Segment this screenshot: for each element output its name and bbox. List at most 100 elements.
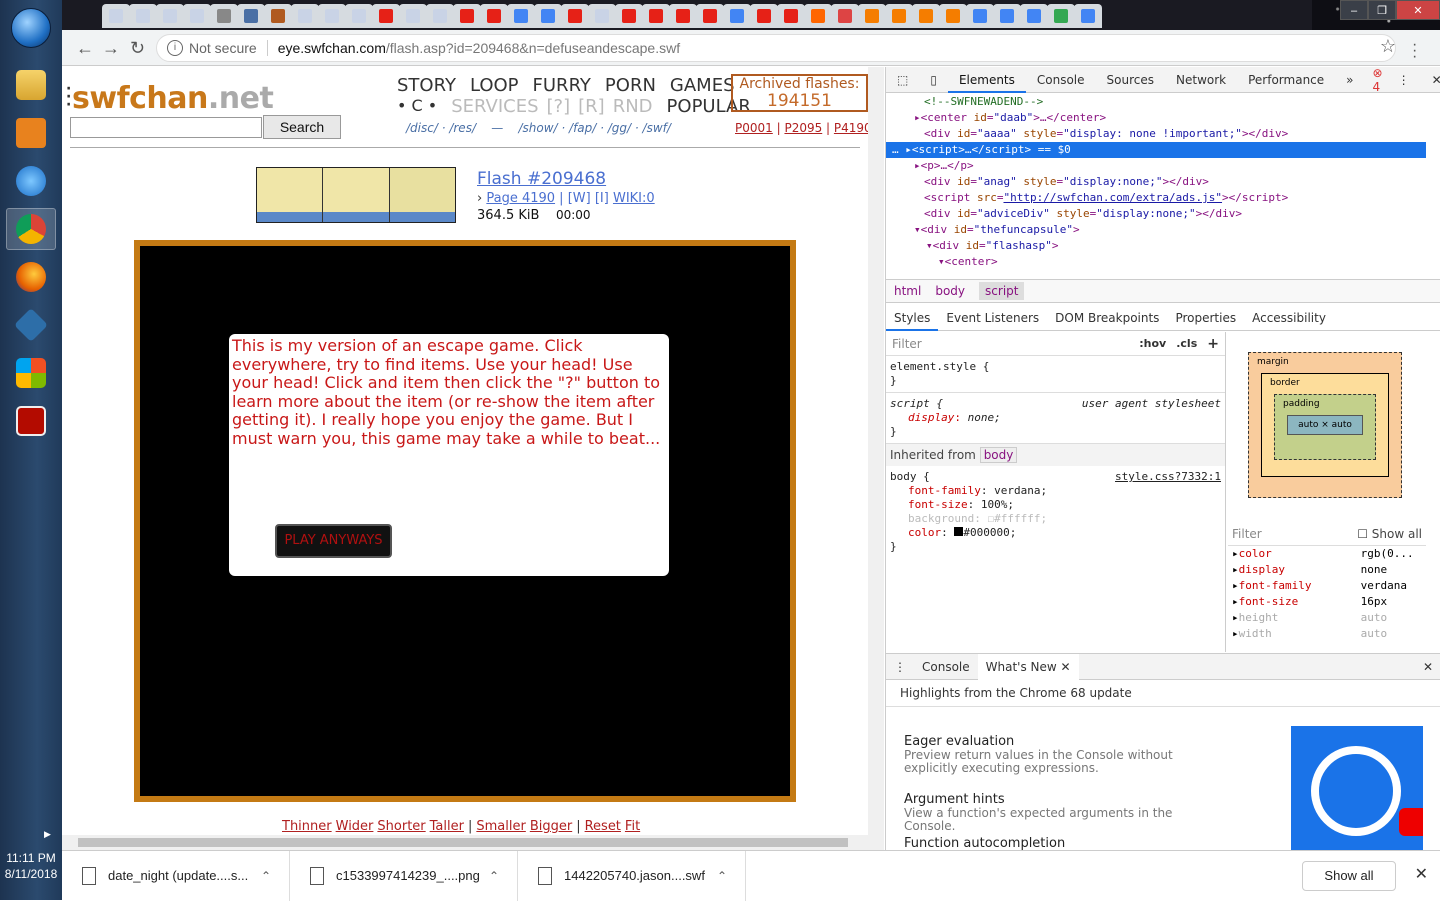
reset-link[interactable]: Reset	[585, 819, 621, 834]
board-links[interactable]: /disc/ · /res/ — /show/ · /fap/ · /gg/ ·…	[406, 121, 671, 135]
search-button[interactable]: Search	[263, 115, 341, 139]
browser-tab[interactable]	[993, 4, 1021, 28]
computed-property-row[interactable]: ▸ font-size 16px	[1228, 594, 1426, 610]
browser-tab[interactable]	[210, 4, 238, 28]
nav-rnd[interactable]: RND	[613, 96, 653, 117]
expand-arrow-icon[interactable]: ▸	[1232, 579, 1239, 593]
crumb-script[interactable]: script	[979, 282, 1025, 300]
browser-tab[interactable]	[912, 4, 940, 28]
browser-tab[interactable]	[777, 4, 805, 28]
firefox-button[interactable]	[6, 256, 56, 298]
file-explorer-button[interactable]	[6, 64, 56, 106]
dom-node[interactable]: <div id="aaaa" style="display: none !imp…	[886, 126, 1426, 142]
dom-node[interactable]: ▾<div id="thefuncapsule">	[886, 222, 1426, 238]
horizontal-scrollbar[interactable]	[62, 835, 868, 850]
chrome-button[interactable]	[6, 208, 56, 250]
tab-properties[interactable]: Properties	[1167, 305, 1244, 331]
computed-property-row[interactable]: ▸ width auto	[1228, 626, 1426, 642]
download-item[interactable]: 1442205740.jason....swf ⌃	[518, 850, 746, 901]
page-link-first[interactable]: P0001	[735, 121, 773, 135]
nav-link-furry[interactable]: FURRY	[533, 75, 591, 96]
browser-tab[interactable]	[750, 4, 778, 28]
tab-performance[interactable]: Performance	[1237, 67, 1335, 93]
computed-property-row[interactable]: ▸ height auto	[1228, 610, 1426, 626]
tray-arrow-icon[interactable]: ▶	[44, 829, 51, 840]
feature-function-autocompletion[interactable]: Function autocompletion	[904, 836, 1065, 851]
hov-toggle[interactable]: :hov	[1139, 337, 1166, 351]
tab-styles[interactable]: Styles	[886, 305, 939, 331]
expand-arrow-icon[interactable]: ▸	[1232, 563, 1239, 577]
nav-link-porn[interactable]: PORN	[605, 75, 656, 96]
dom-node[interactable]: ▾<center>	[886, 254, 1426, 270]
download-item[interactable]: c1533997414239_....png ⌃	[290, 850, 518, 901]
expand-arrow-icon[interactable]: ▸	[1232, 595, 1239, 609]
browser-tab[interactable]	[642, 4, 670, 28]
acrobat-button[interactable]	[6, 400, 56, 442]
browser-tab[interactable]	[561, 4, 589, 28]
system-clock[interactable]: 11:11 PM 8/11/2018	[0, 850, 62, 882]
tab-network[interactable]: Network	[1165, 67, 1237, 93]
internet-explorer-button[interactable]	[6, 160, 56, 202]
tab-console[interactable]: Console	[1026, 67, 1096, 93]
nav-link-loop[interactable]: LOOP	[470, 75, 519, 96]
start-button[interactable]	[11, 8, 51, 48]
browser-tab[interactable]	[885, 4, 913, 28]
tab-event-listeners[interactable]: Event Listeners	[938, 305, 1047, 331]
browser-tab[interactable]	[426, 4, 454, 28]
browser-tab[interactable]	[831, 4, 859, 28]
back-button[interactable]: ←	[76, 38, 94, 59]
browser-tab[interactable]	[102, 4, 130, 28]
browser-tab[interactable]	[1047, 4, 1075, 28]
close-window-button[interactable]: ✕	[1396, 0, 1440, 20]
browser-tab[interactable]	[345, 4, 373, 28]
more-tabs-icon[interactable]: »	[1335, 67, 1364, 93]
dom-node[interactable]: ▸<center id="daab">…</center>	[886, 110, 1426, 126]
computed-property-row[interactable]: ▸ font-family verdana	[1228, 578, 1426, 594]
minimize-button[interactable]: –	[1340, 0, 1368, 20]
inspect-icon[interactable]: ⬚	[886, 67, 919, 93]
site-logo[interactable]: · · · swfchan.net	[66, 81, 274, 116]
browser-tab[interactable]	[534, 4, 562, 28]
dom-node[interactable]: ▾<div id="flashasp">	[886, 238, 1426, 254]
close-devtools-icon[interactable]: ✕	[1421, 67, 1440, 93]
tab-dom-breakpoints[interactable]: DOM Breakpoints	[1047, 305, 1167, 331]
expand-arrow-icon[interactable]: ▸	[1232, 611, 1239, 625]
feature-argument-hints[interactable]: Argument hints View a function's expecte…	[904, 792, 1224, 833]
browser-tab[interactable]	[615, 4, 643, 28]
w-link[interactable]: [W]	[568, 191, 591, 206]
show-all-downloads-button[interactable]: Show all	[1302, 861, 1396, 891]
browser-tab[interactable]	[804, 4, 832, 28]
devtools-menu-icon[interactable]: ⋮	[1387, 67, 1421, 93]
flash-player[interactable]: This is my version of an escape game. Cl…	[134, 240, 796, 802]
wiki-link[interactable]: WIKI:0	[613, 191, 655, 206]
fit-link[interactable]: Fit	[625, 819, 640, 834]
drawer-tab-console[interactable]: Console	[914, 654, 978, 680]
scrollbar-thumb[interactable]	[78, 838, 848, 847]
crumb-html[interactable]: html	[894, 284, 921, 298]
browser-tab[interactable]	[858, 4, 886, 28]
flash-title[interactable]: Flash #209468	[477, 169, 655, 189]
expand-arrow-icon[interactable]: ▸	[1232, 627, 1239, 641]
dom-node-selected[interactable]: … ▸<script>…</script> == $0	[886, 142, 1426, 158]
dom-node[interactable]: <script src="http://swfchan.com/extra/ad…	[886, 190, 1426, 206]
page-link-middle[interactable]: P2095	[784, 121, 822, 135]
browser-tab[interactable]	[507, 4, 535, 28]
browser-tab[interactable]	[723, 4, 751, 28]
close-drawer-icon[interactable]: ✕	[1415, 654, 1440, 680]
bigger-link[interactable]: Bigger	[530, 819, 572, 834]
computed-property-row[interactable]: ▸ display none	[1228, 562, 1426, 578]
download-item[interactable]: date_night (update....s... ⌃	[62, 850, 290, 901]
browser-tab[interactable]	[480, 4, 508, 28]
browser-tab[interactable]	[129, 4, 157, 28]
media-player-button[interactable]	[6, 112, 56, 154]
error-count-badge[interactable]: ⊗ 4	[1373, 66, 1383, 94]
browser-tab[interactable]	[183, 4, 211, 28]
search-input[interactable]	[70, 117, 262, 138]
nav-help[interactable]: [?]	[547, 96, 571, 117]
computed-filter[interactable]: Filter ☐ Show all	[1228, 522, 1426, 546]
page-link[interactable]: Page 4190	[486, 191, 555, 206]
chevron-up-icon[interactable]: ⌃	[717, 869, 727, 883]
flash-thumbnails[interactable]	[256, 167, 456, 223]
dom-tree[interactable]: <!--SWFNEWADEND--> ▸<center id="daab">…<…	[886, 94, 1426, 279]
restore-button[interactable]: ❐	[1368, 0, 1396, 20]
